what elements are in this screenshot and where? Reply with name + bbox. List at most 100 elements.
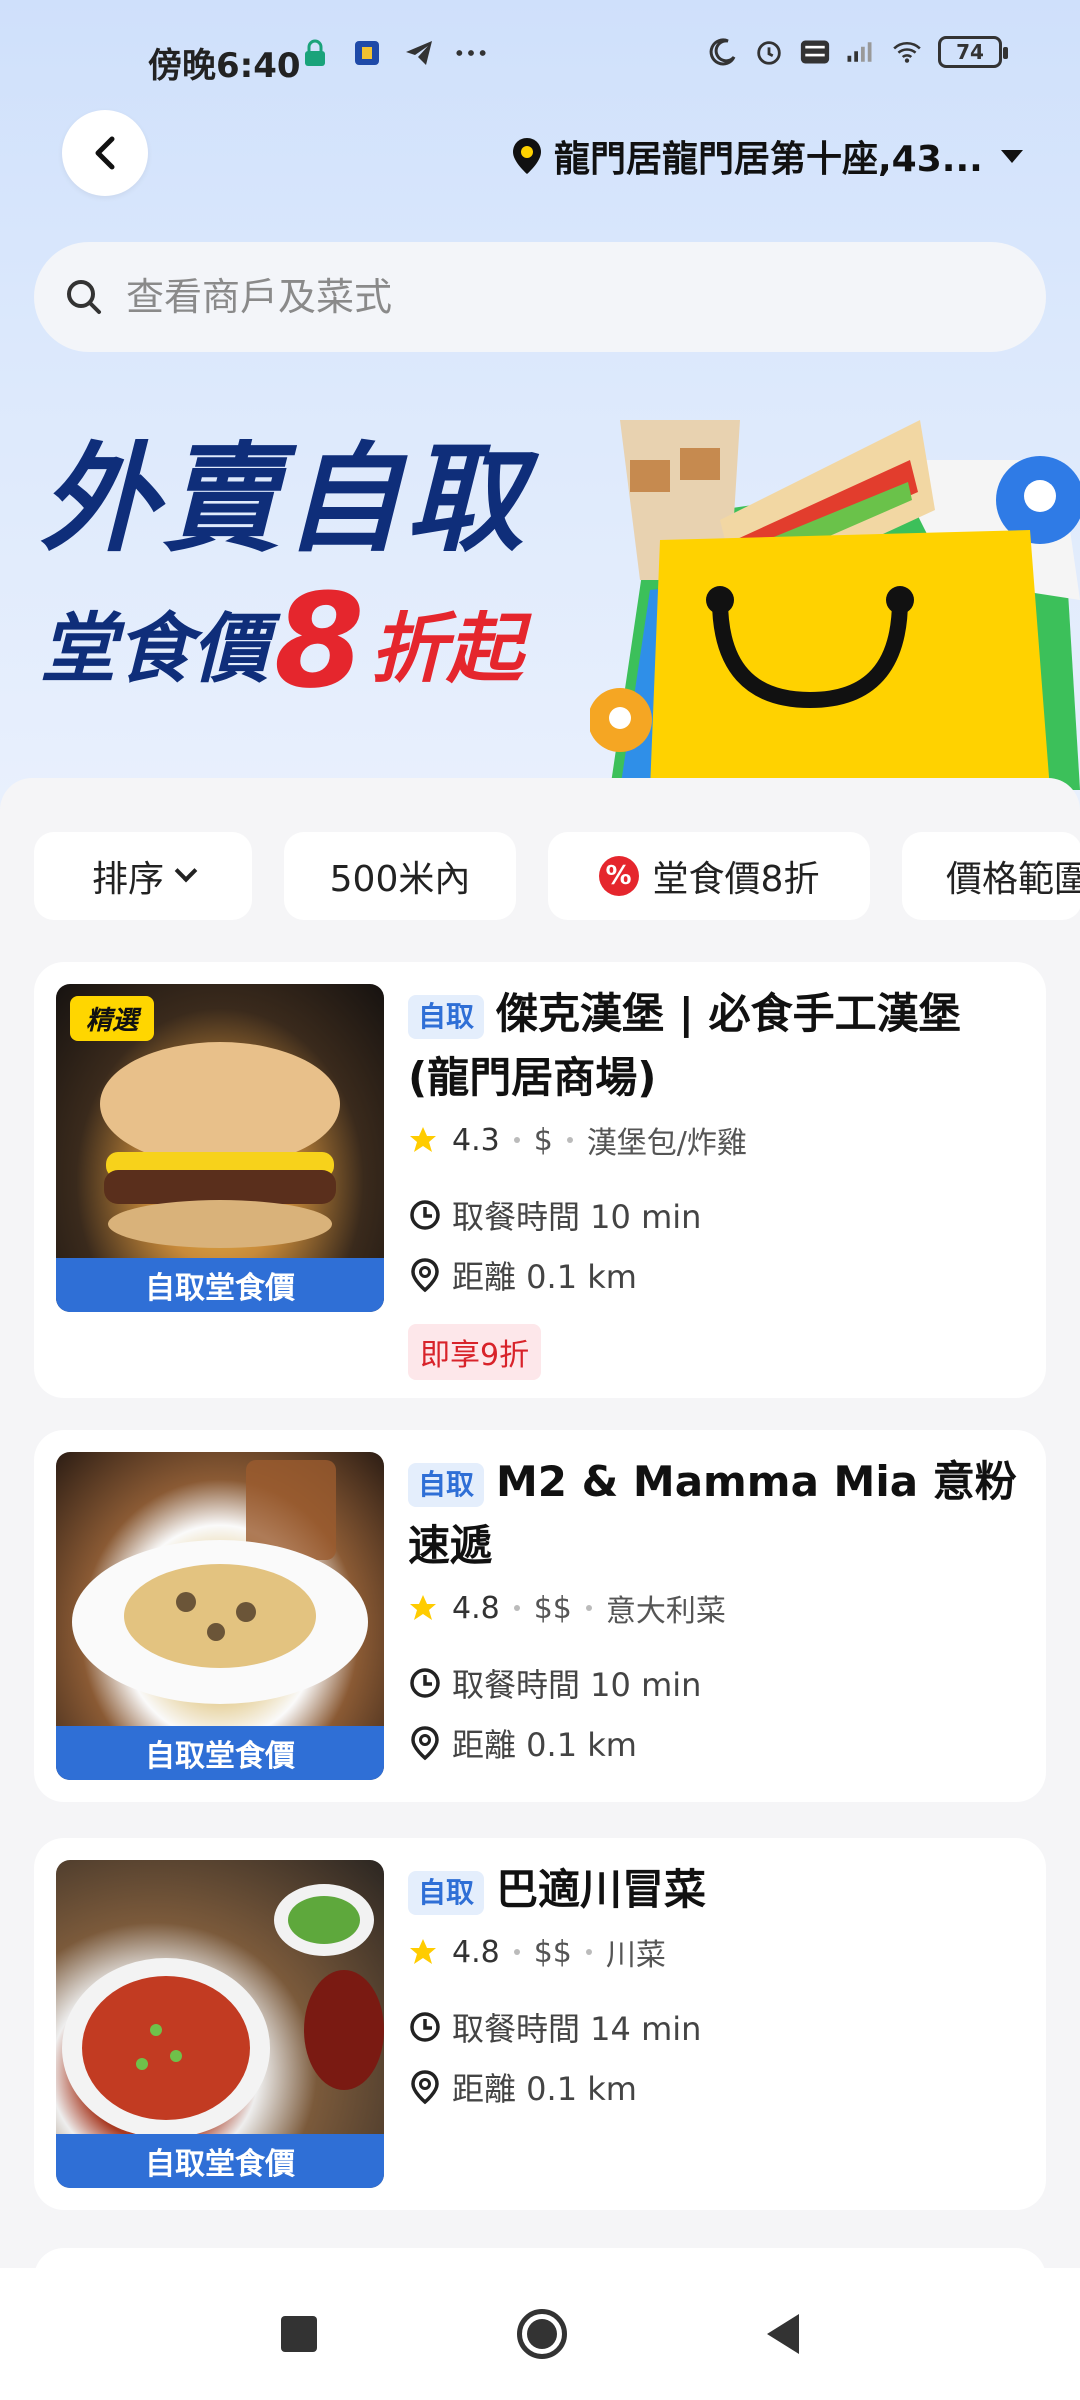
status-icons-right: 74 bbox=[708, 36, 1008, 68]
distance: 距離 0.1 km bbox=[452, 1258, 637, 1296]
clock-icon bbox=[410, 1200, 440, 1230]
distance-row: 距離 0.1 km bbox=[408, 1720, 1018, 1766]
rating-value: 4.3 bbox=[452, 1122, 500, 1158]
pickup-time: 取餐時間 10 min bbox=[452, 1666, 702, 1704]
restaurant-card[interactable]: 自取堂食價 自取 M2 & Mamma Mia 意粉速遞 4.8 $$ 意大利菜 … bbox=[34, 1430, 1046, 1802]
restaurant-title: 自取 巴適川冒菜 bbox=[408, 1858, 1018, 1922]
distance: 距離 0.1 km bbox=[452, 1726, 637, 1764]
restaurant-info: 自取 巴適川冒菜 4.8 $$ 川菜 取餐時間 14 min 距離 0.1 km bbox=[408, 1858, 1018, 2110]
restaurant-image[interactable]: 精選 自取堂食價 bbox=[56, 984, 384, 1312]
pickup-tag: 自取 bbox=[408, 1870, 485, 1915]
filter-chips: 排序 500米內 堂食價8折 價格範圍 bbox=[34, 832, 1080, 920]
filter-chip-sort[interactable]: 排序 bbox=[34, 832, 252, 920]
telegram-icon bbox=[404, 38, 434, 68]
restaurant-meta: 4.3 $ 漢堡包/炸雞 bbox=[408, 1118, 1018, 1162]
promo-banner[interactable]: 外賣自取 堂食價 8 折起 bbox=[40, 430, 529, 717]
location-selector[interactable]: 龍門居龍門居第十座,43... bbox=[510, 128, 1040, 184]
separator-dot bbox=[513, 1949, 520, 1955]
image-caption: 自取堂食價 bbox=[56, 2134, 384, 2188]
price-level: $$ bbox=[533, 1590, 572, 1626]
distance-pin-icon bbox=[411, 1258, 439, 1293]
price-level: $ bbox=[533, 1122, 553, 1158]
filter-chip-dine-in-price[interactable]: 堂食價8折 bbox=[548, 832, 870, 920]
moon-icon bbox=[708, 37, 738, 67]
featured-badge: 精選 bbox=[70, 996, 155, 1041]
search-icon bbox=[67, 280, 101, 314]
separator-dot bbox=[585, 1949, 592, 1955]
status-icons-left bbox=[300, 38, 486, 68]
pickup-time: 取餐時間 10 min bbox=[452, 1198, 702, 1236]
price-level: $$ bbox=[533, 1934, 572, 1970]
pickup-time-row: 取餐時間 10 min bbox=[408, 1192, 1018, 1238]
discount-badge-icon bbox=[598, 856, 639, 896]
back-button[interactable] bbox=[62, 110, 148, 196]
lock-icon bbox=[300, 38, 330, 68]
rating-value: 4.8 bbox=[452, 1590, 500, 1626]
search-input[interactable] bbox=[126, 275, 926, 319]
volte-icon bbox=[800, 37, 830, 67]
pickup-time-row: 取餐時間 10 min bbox=[408, 1660, 1018, 1706]
back-arrow-icon bbox=[95, 136, 115, 170]
battery-indicator: 74 bbox=[938, 36, 1008, 68]
recent-apps-button[interactable] bbox=[281, 2316, 317, 2352]
promo-subtitle: 堂食價 8 折起 bbox=[40, 565, 528, 717]
clock-icon bbox=[410, 1668, 440, 1698]
filter-chip-distance[interactable]: 500米內 bbox=[284, 832, 516, 920]
restaurant-info: 自取 M2 & Mamma Mia 意粉速遞 4.8 $$ 意大利菜 取餐時間 1… bbox=[408, 1450, 1018, 1766]
restaurant-meta: 4.8 $$ 川菜 bbox=[408, 1930, 1018, 1974]
filter-chip-price-range[interactable]: 價格範圍 bbox=[902, 832, 1080, 920]
promo-prefix: 堂食價 bbox=[40, 603, 268, 693]
distance-row: 距離 0.1 km bbox=[408, 1252, 1018, 1298]
restaurant-image[interactable]: 自取堂食價 bbox=[56, 1860, 384, 2188]
clock-icon bbox=[410, 2012, 440, 2042]
filter-chip-label: 堂食價8折 bbox=[652, 859, 820, 900]
cuisine-label: 意大利菜 bbox=[605, 1594, 726, 1629]
cuisine-label: 漢堡包/炸雞 bbox=[586, 1126, 747, 1161]
restaurant-info: 自取 傑克漢堡 | 必食手工漢堡 (龍門居商場) 4.3 $ 漢堡包/炸雞 取餐時… bbox=[408, 982, 1018, 1380]
distance-pin-icon bbox=[411, 2070, 439, 2105]
star-icon bbox=[410, 1127, 436, 1152]
search-bar[interactable] bbox=[34, 242, 1046, 352]
promo-illustration bbox=[590, 420, 1080, 790]
distance: 距離 0.1 km bbox=[452, 2070, 637, 2108]
distance-row: 距離 0.1 km bbox=[408, 2064, 1018, 2110]
chevron-down-icon bbox=[174, 859, 198, 883]
chevron-down-icon bbox=[1000, 149, 1023, 163]
back-nav-button[interactable] bbox=[767, 2314, 799, 2354]
filter-chip-label: 排序 bbox=[91, 859, 164, 900]
star-icon bbox=[410, 1595, 436, 1620]
image-caption: 自取堂食價 bbox=[56, 1258, 384, 1312]
filter-chip-label: 500米內 bbox=[329, 859, 471, 900]
promo-title: 外賣自取 bbox=[40, 430, 529, 568]
status-time: 傍晚6:40 bbox=[148, 46, 301, 86]
system-navigation-bar bbox=[0, 2268, 1080, 2400]
filter-chip-label: 價格範圍 bbox=[946, 859, 1080, 900]
pickup-tag: 自取 bbox=[408, 1462, 485, 1507]
restaurant-meta: 4.8 $$ 意大利菜 bbox=[408, 1586, 1018, 1630]
status-bar: 傍晚6:40 74 bbox=[0, 0, 1080, 120]
separator-dot bbox=[513, 1605, 520, 1611]
separator-dot bbox=[513, 1137, 520, 1143]
cuisine-label: 川菜 bbox=[605, 1938, 666, 1973]
restaurant-image[interactable]: 自取堂食價 bbox=[56, 1452, 384, 1780]
restaurant-card[interactable]: 自取堂食價 自取 巴適川冒菜 4.8 $$ 川菜 取餐時間 14 min 距離 0… bbox=[34, 1838, 1046, 2210]
wifi-icon bbox=[892, 37, 922, 67]
distance-pin-icon bbox=[411, 1726, 439, 1761]
restaurant-title: 自取 M2 & Mamma Mia 意粉速遞 bbox=[408, 1450, 1018, 1578]
pickup-tag: 自取 bbox=[408, 994, 485, 1039]
location-pin-icon bbox=[513, 138, 541, 174]
separator-dot bbox=[566, 1137, 573, 1143]
signal-icon bbox=[846, 37, 876, 67]
restaurant-name: 傑克漢堡 | 必食手工漢堡 (龍門居商場) bbox=[408, 989, 961, 1102]
location-text: 龍門居龍門居第十座,43... bbox=[554, 139, 983, 180]
restaurant-card[interactable]: 精選 自取堂食價 自取 傑克漢堡 | 必食手工漢堡 (龍門居商場) 4.3 $ 漢… bbox=[34, 962, 1046, 1398]
more-dots-icon bbox=[456, 38, 486, 68]
restaurant-title: 自取 傑克漢堡 | 必食手工漢堡 (龍門居商場) bbox=[408, 982, 1018, 1110]
pickup-time-row: 取餐時間 14 min bbox=[408, 2004, 1018, 2050]
discount-badge: 即享9折 bbox=[408, 1324, 542, 1380]
star-icon bbox=[410, 1939, 436, 1964]
home-button[interactable] bbox=[517, 2309, 567, 2359]
promo-number: 8 bbox=[274, 565, 365, 717]
alarm-icon bbox=[754, 37, 784, 67]
app-notification-icon bbox=[352, 38, 382, 68]
